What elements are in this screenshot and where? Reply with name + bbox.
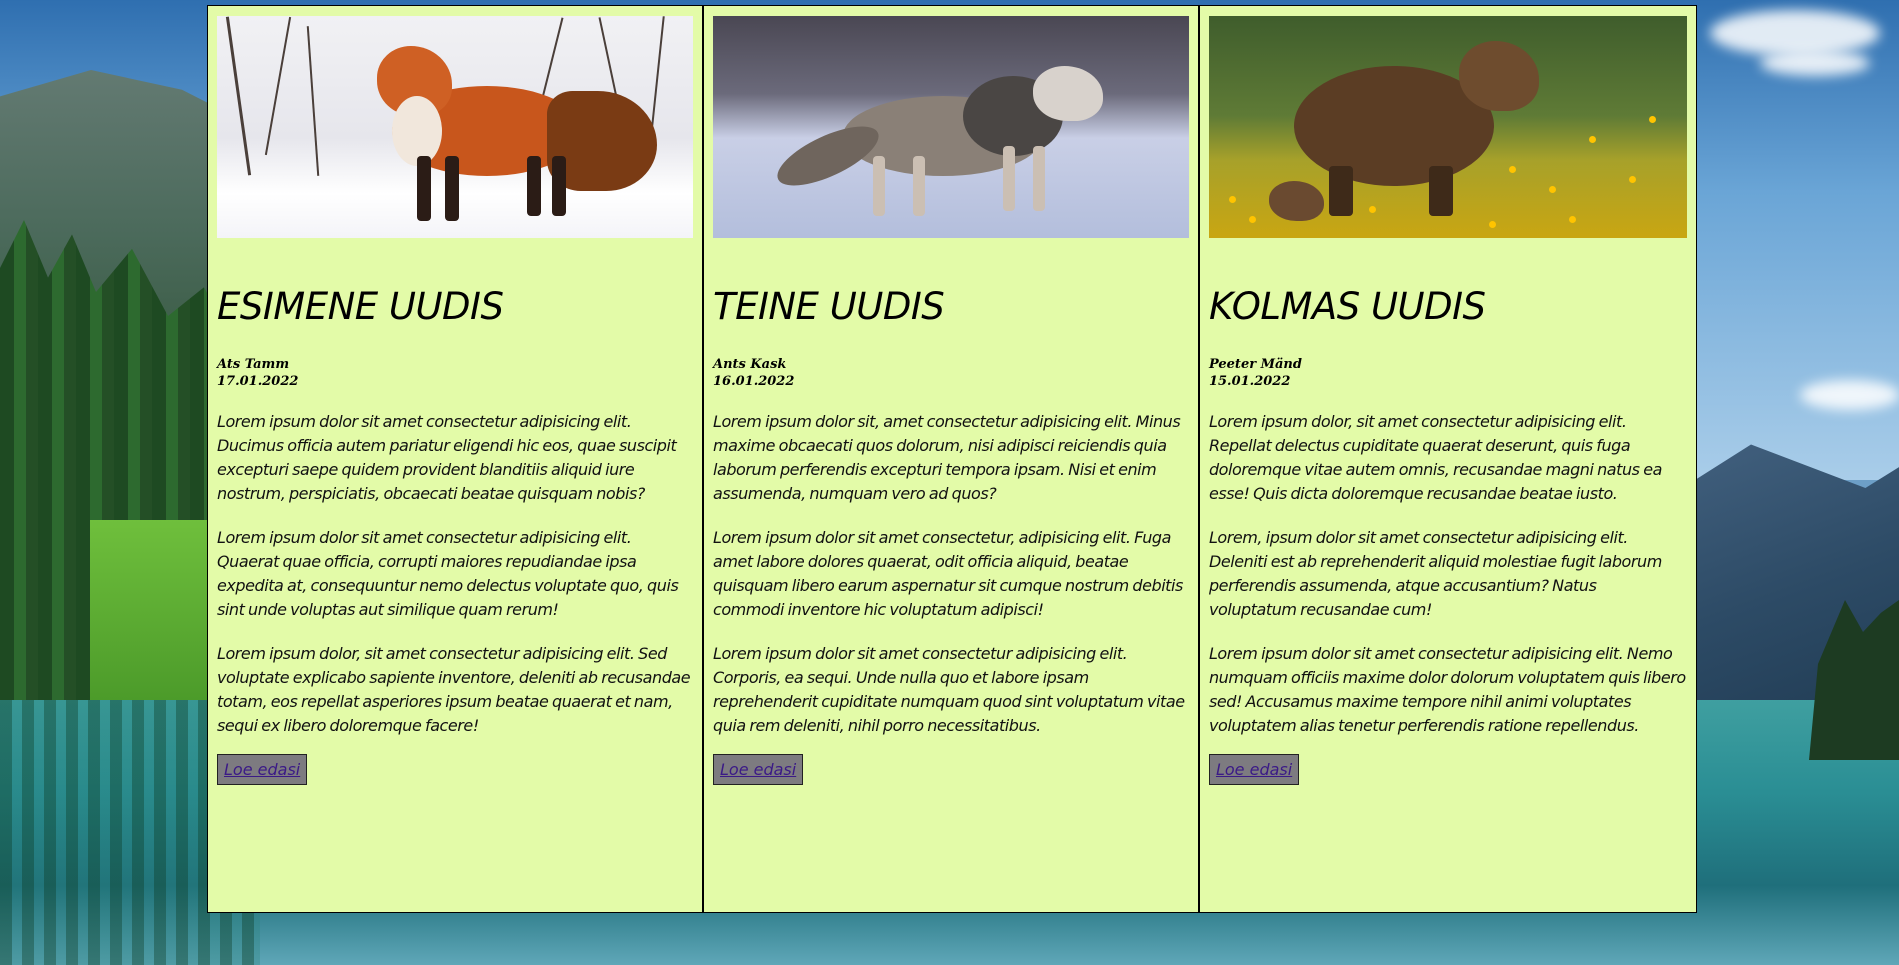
paragraph: Lorem ipsum dolor sit amet consectetur a… bbox=[217, 528, 679, 619]
read-more-button[interactable]: Loe edasi bbox=[712, 754, 804, 785]
article-meta: Peeter Mänd 15.01.2022 bbox=[1209, 356, 1687, 390]
author: Peeter Mänd bbox=[1208, 357, 1302, 372]
read-more-button[interactable]: Loe edasi bbox=[217, 754, 308, 785]
paragraph: Lorem ipsum dolor sit amet consectetur a… bbox=[217, 412, 677, 503]
cloud bbox=[1760, 50, 1870, 76]
wolf-photo bbox=[712, 16, 1189, 238]
paragraph: Lorem ipsum dolor, sit amet consectetur … bbox=[217, 644, 691, 735]
cloud bbox=[1710, 10, 1880, 56]
paragraph: Lorem ipsum dolor sit, amet consectetur … bbox=[712, 412, 1181, 503]
author: Ats Tamm bbox=[217, 357, 290, 372]
read-more-button[interactable]: Loe edasi bbox=[1208, 754, 1300, 785]
paragraph: Lorem ipsum dolor sit amet consectetur, … bbox=[712, 528, 1183, 619]
date: 16.01.2022 bbox=[712, 374, 795, 389]
article-meta: Ats Tamm 17.01.2022 bbox=[217, 356, 693, 390]
paragraph: Lorem, ipsum dolor sit amet consectetur … bbox=[1208, 528, 1662, 619]
article-title: KOLMAS UUDIS bbox=[1208, 285, 1486, 328]
article-title: TEINE UUDIS bbox=[712, 285, 945, 328]
news-container: ESIMENE UUDIS Ats Tamm 17.01.2022 Lorem … bbox=[207, 5, 1697, 913]
paragraph: Lorem ipsum dolor, sit amet consectetur … bbox=[1208, 412, 1662, 503]
news-card: TEINE UUDIS Ants Kask 16.01.2022 Lorem i… bbox=[703, 6, 1200, 912]
bear-photo bbox=[1208, 16, 1687, 238]
paragraph: Lorem ipsum dolor sit amet consectetur a… bbox=[712, 644, 1185, 735]
cloud bbox=[1800, 380, 1899, 410]
article-title: ESIMENE UUDIS bbox=[217, 285, 504, 328]
news-card: KOLMAS UUDIS Peeter Mänd 15.01.2022 Lore… bbox=[1199, 6, 1696, 912]
article-meta: Ants Kask 16.01.2022 bbox=[713, 356, 1189, 390]
news-card: ESIMENE UUDIS Ats Tamm 17.01.2022 Lorem … bbox=[208, 6, 704, 912]
author: Ants Kask bbox=[712, 357, 787, 372]
paragraph: Lorem ipsum dolor sit amet consectetur a… bbox=[1208, 644, 1686, 735]
date: 15.01.2022 bbox=[1208, 374, 1291, 389]
date: 17.01.2022 bbox=[217, 374, 299, 389]
fox-photo bbox=[217, 16, 693, 238]
